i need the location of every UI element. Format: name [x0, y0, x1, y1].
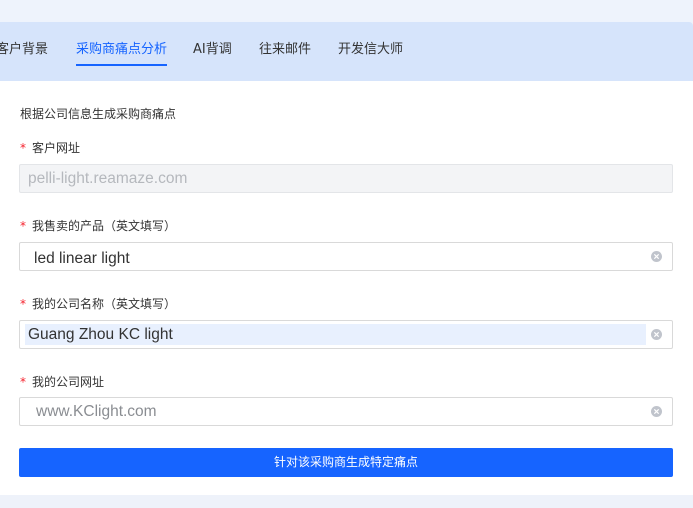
field-label-text: 我的公司名称（英文填写）: [32, 297, 177, 311]
customer-website-value: pelli-light.reamaze.com: [28, 170, 188, 187]
tab-label: 往来邮件: [259, 42, 312, 57]
tab-label: 客户背景: [0, 42, 49, 57]
company-name-field[interactable]: Guang Zhou KC light: [19, 320, 673, 349]
tab-label: 开发信大师: [338, 42, 404, 57]
required-mark: *: [20, 219, 26, 233]
clear-circle-icon[interactable]: [651, 251, 662, 262]
tab-correspondence-emails[interactable]: 往来邮件: [259, 22, 311, 81]
product-label: * 我售卖的产品（英文填写）: [20, 217, 176, 234]
tab-bar: 客户背景 采购商痛点分析 AI背调 往来邮件 开发信大师: [0, 22, 693, 81]
required-mark: *: [20, 141, 26, 155]
tab-label: 采购商痛点分析: [76, 42, 168, 57]
company-name-label: * 我的公司名称（英文填写）: [20, 295, 176, 312]
tab-buyer-pain-point-analysis[interactable]: 采购商痛点分析: [76, 22, 168, 81]
customer-website-field[interactable]: pelli-light.reamaze.com: [19, 164, 673, 193]
tab-label: AI背调: [193, 42, 232, 57]
customer-website-label: * 客户网址: [20, 139, 80, 156]
required-mark: *: [20, 297, 26, 311]
tab-ai-background-check[interactable]: AI背调: [193, 22, 232, 81]
company-website-field[interactable]: www.KClight.com: [19, 397, 673, 426]
field-label-text: 我售卖的产品（英文填写）: [32, 219, 177, 233]
clear-circle-icon[interactable]: [651, 406, 662, 417]
company-website-label: * 我的公司网址: [20, 373, 104, 390]
generate-pain-points-button[interactable]: 针对该采购商生成特定痛点: [19, 448, 673, 477]
bottom-strip: [0, 495, 693, 508]
field-label-text: 客户网址: [32, 141, 81, 155]
company-name-value: Guang Zhou KC light: [28, 326, 173, 343]
tab-customer-background[interactable]: 客户背景: [0, 22, 48, 81]
clear-circle-icon[interactable]: [651, 329, 662, 340]
company-website-value: www.KClight.com: [36, 403, 157, 420]
tab-dev-letter-master[interactable]: 开发信大师: [338, 22, 403, 81]
section-title: 根据公司信息生成采购商痛点: [20, 107, 177, 121]
pain-point-form: 根据公司信息生成采购商痛点 * 客户网址 pelli-light.reamaze.…: [0, 81, 693, 495]
product-field[interactable]: led linear light: [19, 242, 673, 271]
product-value: led linear light: [34, 250, 130, 267]
required-mark: *: [20, 375, 26, 389]
field-label-text: 我的公司网址: [32, 375, 105, 389]
active-tab-indicator: [76, 64, 168, 66]
top-strip: [0, 0, 693, 22]
